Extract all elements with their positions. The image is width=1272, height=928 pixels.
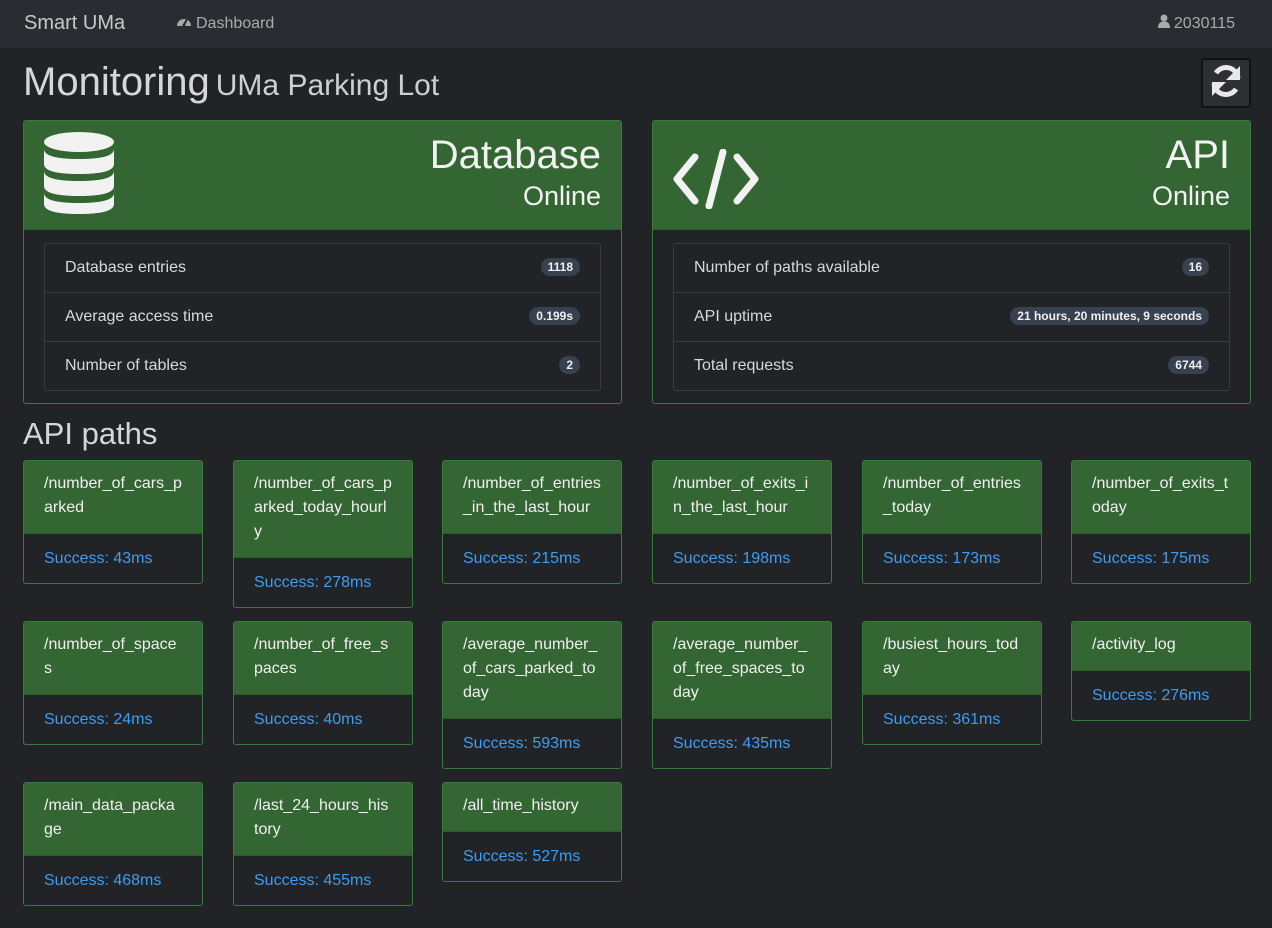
list-item: Number of paths available 16 [674,244,1229,293]
api-path-card: /number_of_spaces Success: 24ms [23,621,203,745]
api-path-card: /last_24_hours_history Success: 455ms [233,782,413,906]
api-path-card: /all_time_history Success: 527ms [442,782,622,882]
stat-badge: 0.199s [529,307,580,325]
api-panel: API Online Number of paths available 16 … [652,120,1251,404]
dashboard-icon [176,14,192,33]
nav-dashboard-link[interactable]: Dashboard [176,14,274,33]
api-stats-list: Number of paths available 16 API uptime … [673,243,1230,391]
database-panel: Database Online Database entries 1118 Av… [23,120,622,404]
api-path-card: /number_of_entries_in_the_last_hour Succ… [442,460,622,584]
api-path-card: /activity_log Success: 276ms [1071,621,1251,721]
api-path-card: /number_of_exits_today Success: 175ms [1071,460,1251,584]
navbar: Smart UMa Dashboard 2030115 [0,0,1272,48]
api-paths-heading: API paths [23,416,158,451]
api-path-card: /number_of_cars_parked Success: 43ms [23,460,203,584]
api-title: API [1165,133,1230,177]
api-path-name: /last_24_hours_history [234,783,412,856]
database-stats-list: Database entries 1118 Average access tim… [44,243,601,391]
api-path-card: /busiest_hours_today Success: 361ms [862,621,1042,745]
database-status: Online [522,181,601,211]
stat-badge: 1118 [540,258,580,276]
refresh-icon [1207,62,1245,105]
stat-label: Average access time [65,308,214,325]
code-icon [673,148,759,214]
api-path-status: Success: 278ms [254,573,372,591]
stat-label: Number of tables [65,357,187,374]
stat-label: Database entries [65,259,186,276]
stat-badge: 6744 [1168,356,1209,374]
page-title: Monitoring UMa Parking Lot [23,60,439,105]
user-icon [1157,14,1170,33]
api-path-status: Success: 276ms [1092,686,1210,704]
stat-badge: 21 hours, 20 minutes, 9 seconds [1010,307,1209,325]
api-path-name: /number_of_free_spaces [234,622,412,695]
api-path-status: Success: 24ms [44,710,153,728]
list-item: Number of tables 2 [45,342,600,390]
api-path-name: /number_of_cars_parked_today_hourly [234,461,412,558]
list-item: Average access time 0.199s [45,293,600,342]
api-path-name: /activity_log [1072,622,1250,671]
api-path-card: /main_data_package Success: 468ms [23,782,203,906]
stat-badge: 16 [1181,258,1209,276]
nav-user-label: 2030115 [1173,14,1235,32]
api-path-name: /main_data_package [24,783,202,856]
api-path-name: /average_number_of_free_spaces_today [653,622,831,719]
api-path-name: /number_of_spaces [24,622,202,695]
api-path-card: /number_of_entries_today Success: 173ms [862,460,1042,584]
api-path-card: /number_of_free_spaces Success: 40ms [233,621,413,745]
api-path-name: /number_of_entries_in_the_last_hour [443,461,621,534]
page-title-main: Monitoring [23,60,210,104]
api-path-card: /average_number_of_cars_parked_today Suc… [442,621,622,769]
api-path-status: Success: 43ms [44,549,153,567]
nav-user-link[interactable]: 2030115 [1157,14,1235,33]
stat-label: Total requests [694,357,794,374]
list-item: Database entries 1118 [45,244,600,293]
api-path-status: Success: 435ms [673,734,791,752]
api-path-name: /all_time_history [443,783,621,832]
list-item: Total requests 6744 [674,342,1229,390]
api-path-name: /number_of_exits_in_the_last_hour [653,461,831,534]
refresh-button[interactable] [1201,58,1251,108]
api-path-status: Success: 468ms [44,871,162,889]
list-item: API uptime 21 hours, 20 minutes, 9 secon… [674,293,1229,342]
api-panel-header: API Online [653,121,1250,230]
api-path-status: Success: 198ms [673,549,791,567]
stat-label: API uptime [694,308,773,325]
api-path-status: Success: 593ms [463,734,581,752]
api-path-card: /number_of_cars_parked_today_hourly Succ… [233,460,413,608]
api-path-status: Success: 40ms [254,710,363,728]
api-path-card: /average_number_of_free_spaces_today Suc… [652,621,832,769]
api-path-name: /busiest_hours_today [863,622,1041,695]
page-subtitle: UMa Parking Lot [215,69,440,102]
database-icon [42,131,116,220]
api-path-card: /number_of_exits_in_the_last_hour Succes… [652,460,832,584]
api-path-name: /number_of_cars_parked [24,461,202,534]
api-path-name: /average_number_of_cars_parked_today [443,622,621,719]
api-status: Online [1151,181,1230,211]
brand-link[interactable]: Smart UMa [24,12,125,35]
api-path-name: /number_of_exits_today [1072,461,1250,534]
api-path-status: Success: 527ms [463,847,581,865]
nav-dashboard-label: Dashboard [196,14,275,32]
stat-badge: 2 [559,356,580,374]
api-path-status: Success: 455ms [254,871,372,889]
api-path-status: Success: 215ms [463,549,581,567]
database-title: Database [429,133,601,177]
database-panel-header: Database Online [24,121,621,230]
api-path-name: /number_of_entries_today [863,461,1041,534]
api-path-status: Success: 175ms [1092,549,1210,567]
stat-label: Number of paths available [694,259,880,276]
api-path-status: Success: 173ms [883,549,1001,567]
api-path-status: Success: 361ms [883,710,1001,728]
